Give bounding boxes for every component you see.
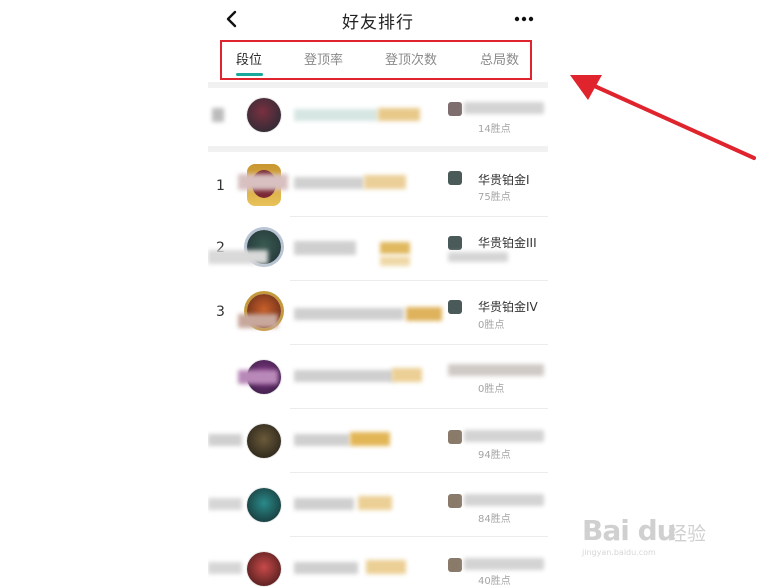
rank-number: 3 <box>216 304 225 320</box>
row-divider <box>290 344 548 345</box>
player-name-blurred <box>208 562 242 574</box>
row-divider <box>290 536 548 537</box>
active-tab-indicator <box>236 73 263 76</box>
player-name-blurred <box>208 250 268 264</box>
tier-blurred <box>464 430 544 442</box>
badge-blurred <box>378 108 420 121</box>
player-name-blurred <box>238 314 278 328</box>
page-title: 好友排行 <box>342 13 414 33</box>
player-name-blurred <box>294 308 404 320</box>
tier-label: 华贵铂金III <box>478 236 537 250</box>
wins-label: 14胜点 <box>478 124 511 135</box>
avatar[interactable] <box>247 552 281 586</box>
rank-number: 1 <box>216 178 225 194</box>
badge-blurred <box>380 256 410 266</box>
tier-blurred <box>464 494 544 506</box>
wins-label: 40胜点 <box>478 576 511 587</box>
player-name-blurred <box>294 370 394 382</box>
tier-emblem-icon <box>448 236 462 250</box>
tier-label: 华贵铂金IV <box>478 300 538 314</box>
badge-blurred <box>380 242 410 254</box>
player-name-blurred <box>294 434 350 446</box>
player-name-blurred <box>238 174 288 190</box>
wins-label: 84胜点 <box>478 514 511 525</box>
tier-emblem-icon <box>448 494 462 508</box>
tier-emblem-icon <box>448 430 462 444</box>
badge-blurred <box>350 432 390 446</box>
annotation-arrow-icon <box>560 70 758 162</box>
player-name-blurred <box>294 498 354 510</box>
wins-blurred <box>448 252 508 262</box>
wins-label: 94胜点 <box>478 450 511 461</box>
player-name-blurred <box>208 434 242 446</box>
avatar[interactable] <box>247 424 281 458</box>
tier-label: 华贵铂金I <box>478 173 530 187</box>
tier-emblem-icon <box>448 171 462 185</box>
player-name-blurred <box>294 109 378 121</box>
player-name-blurred <box>294 562 358 574</box>
tab-top-count[interactable]: 登顶次数 <box>385 49 437 68</box>
rank-blur <box>212 108 224 122</box>
row-divider <box>290 408 548 409</box>
avatar[interactable] <box>247 488 281 522</box>
more-dots-icon[interactable] <box>512 6 538 32</box>
wins-label: 75胜点 <box>478 192 511 203</box>
tier-emblem-icon <box>448 102 462 116</box>
badge-blurred <box>366 560 406 574</box>
badge-blurred <box>406 307 442 321</box>
badge-blurred <box>364 175 406 189</box>
watermark-url: jingyan.baidu.com <box>582 548 656 557</box>
watermark-logo: Bai du <box>582 514 677 547</box>
tier-blurred <box>464 558 544 570</box>
row-divider <box>290 280 548 281</box>
player-name-blurred <box>208 498 242 510</box>
player-name-blurred <box>294 177 364 189</box>
player-name-blurred <box>238 370 278 384</box>
friend-ranking-list: 1 华贵铂金I 75胜点 2 华贵铂金III 3 华贵铂金IV 0胜点 0胜点 … <box>208 152 548 588</box>
tab-rank[interactable]: 段位 <box>236 49 262 68</box>
avatar <box>247 98 281 132</box>
self-rank-row[interactable]: 14胜点 <box>208 88 548 146</box>
badge-blurred <box>392 368 422 382</box>
tab-total-games[interactable]: 总局数 <box>480 49 519 68</box>
tier-emblem-icon <box>448 300 462 314</box>
tier-blurred <box>464 102 544 114</box>
tab-top-rate[interactable]: 登顶率 <box>304 49 343 68</box>
baidu-watermark: Bai du 经验 jingyan.baidu.com <box>582 514 722 558</box>
app-screen: 好友排行 段位 登顶率 登顶次数 总局数 14胜点 1 华贵铂金I 75胜点 2… <box>208 0 548 588</box>
watermark-text: 经验 <box>668 523 707 545</box>
row-divider <box>290 472 548 473</box>
wins-label: 0胜点 <box>478 320 505 331</box>
wins-label: 0胜点 <box>478 384 505 395</box>
row-divider <box>290 216 548 217</box>
player-name-blurred <box>294 241 356 255</box>
badge-blurred <box>358 496 392 510</box>
tier-blurred <box>448 364 544 376</box>
tier-emblem-icon <box>448 558 462 572</box>
header-bar: 好友排行 <box>208 0 548 38</box>
